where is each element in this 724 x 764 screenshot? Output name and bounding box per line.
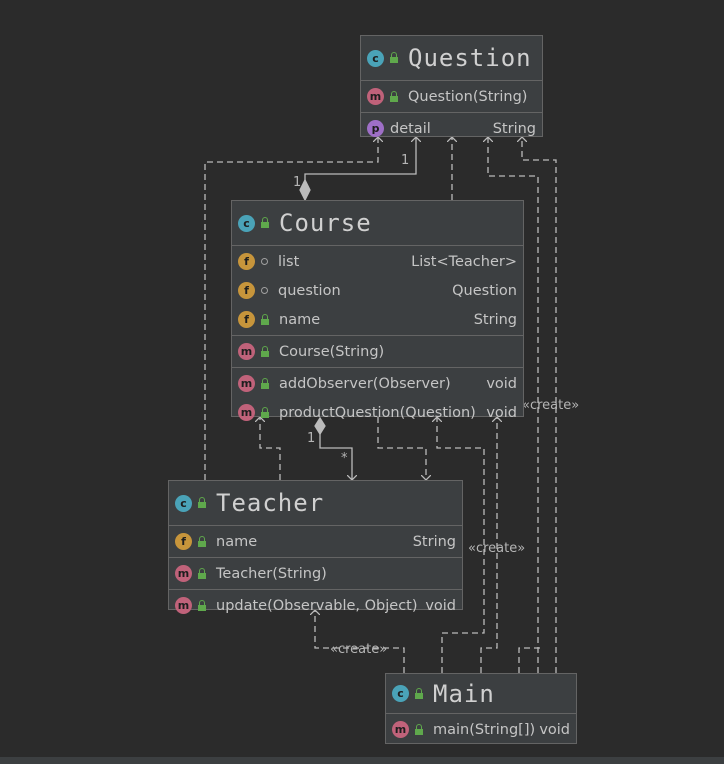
method-row[interactable]: m addObserver(Observer) void (232, 369, 523, 398)
public-lock-icon (198, 599, 206, 611)
method-return-type: void (486, 404, 517, 421)
constructor-row[interactable]: m Course(String) (232, 337, 523, 366)
field-row[interactable]: f name String (169, 527, 462, 556)
field-badge-icon: f (238, 311, 255, 328)
public-lock-icon (198, 497, 206, 508)
method-name: update(Observable, Object) (216, 597, 418, 614)
class-main[interactable]: c Main m main(String[]) void (385, 673, 577, 744)
class-question[interactable]: c Question m Question(String) p detail S… (360, 35, 543, 137)
method-name: productQuestion(Question) (279, 404, 476, 421)
create-label-teacher: «create» (330, 642, 388, 657)
composition-diamond-course (299, 178, 311, 202)
method-badge-icon: m (238, 343, 255, 360)
class-course[interactable]: c Course f list List<Teacher> f question… (231, 200, 524, 421)
public-lock-icon (261, 313, 269, 325)
field-type: List<Teacher> (411, 253, 517, 270)
method-return-type: void (539, 721, 570, 738)
constructor-name: Teacher(String) (216, 565, 327, 582)
property-badge-icon: p (367, 120, 384, 137)
field-row[interactable]: f name String (232, 305, 523, 334)
field-name: question (278, 282, 341, 299)
multiplicity-course-list: 1 (307, 431, 316, 446)
field-badge-icon: f (238, 282, 255, 299)
class-badge-icon: c (175, 494, 192, 512)
method-return-type: void (486, 375, 517, 392)
public-lock-icon (261, 377, 269, 389)
public-lock-icon (261, 217, 269, 228)
multiplicity-course: 1 (293, 175, 302, 190)
create-label-course: «create» (522, 398, 580, 413)
method-badge-icon: m (367, 88, 384, 105)
method-name: main(String[]) (433, 721, 536, 738)
class-name: Main (433, 679, 495, 708)
method-badge-icon: m (175, 565, 192, 582)
field-name: list (278, 253, 300, 270)
constructor-row[interactable]: m Question(String) (361, 82, 542, 111)
class-header: c Question (361, 36, 542, 81)
multiplicity-question: 1 (401, 153, 410, 168)
field-badge-icon: f (238, 253, 255, 270)
field-type: String (412, 533, 456, 550)
class-header: c Course (232, 201, 523, 246)
field-name: name (216, 533, 258, 550)
public-lock-icon (261, 406, 269, 418)
class-name: Question (408, 44, 532, 72)
method-badge-icon: m (238, 375, 255, 392)
class-teacher[interactable]: c Teacher f name String m Teacher(String… (168, 480, 463, 614)
field-type: String (492, 120, 536, 137)
constructor-row[interactable]: m Teacher(String) (169, 559, 462, 588)
class-name: Teacher (216, 489, 325, 517)
class-badge-icon: c (392, 685, 409, 702)
field-badge-icon: f (175, 533, 192, 550)
public-lock-icon (261, 345, 269, 357)
public-lock-icon (415, 687, 423, 699)
class-badge-icon: c (238, 214, 255, 232)
method-badge-icon: m (392, 721, 409, 738)
method-row[interactable]: m main(String[]) void (386, 715, 576, 744)
create-main-course-3 (518, 647, 540, 673)
public-lock-icon (198, 535, 206, 547)
bottom-scrollbar[interactable] (0, 757, 724, 764)
field-name: detail (390, 120, 431, 137)
field-name: name (279, 311, 321, 328)
method-name: addObserver(Observer) (279, 375, 451, 392)
class-badge-icon: c (367, 49, 384, 67)
class-header: c Main (386, 674, 576, 714)
method-row[interactable]: m update(Observable, Object) void (169, 591, 462, 620)
public-lock-icon (198, 567, 206, 579)
field-row[interactable]: f list List<Teacher> (232, 247, 523, 276)
public-lock-icon (390, 90, 398, 102)
field-type: Question (452, 282, 517, 299)
field-type: String (473, 311, 517, 328)
multiplicity-teacher-list: * (341, 451, 348, 466)
create-label-course-2: «create» (468, 541, 526, 556)
class-name: Course (279, 209, 372, 237)
method-row[interactable]: m productQuestion(Question) void (232, 398, 523, 427)
package-visibility-icon (261, 258, 268, 265)
class-header: c Teacher (169, 481, 462, 526)
method-return-type: void (425, 597, 456, 614)
method-badge-icon: m (238, 404, 255, 421)
package-visibility-icon (261, 287, 268, 294)
public-lock-icon (415, 723, 423, 735)
method-badge-icon: m (175, 597, 192, 614)
constructor-name: Course(String) (279, 343, 385, 360)
constructor-name: Question(String) (408, 88, 528, 105)
field-row[interactable]: p detail String (361, 114, 542, 143)
field-row[interactable]: f question Question (232, 276, 523, 305)
public-lock-icon (390, 52, 398, 63)
